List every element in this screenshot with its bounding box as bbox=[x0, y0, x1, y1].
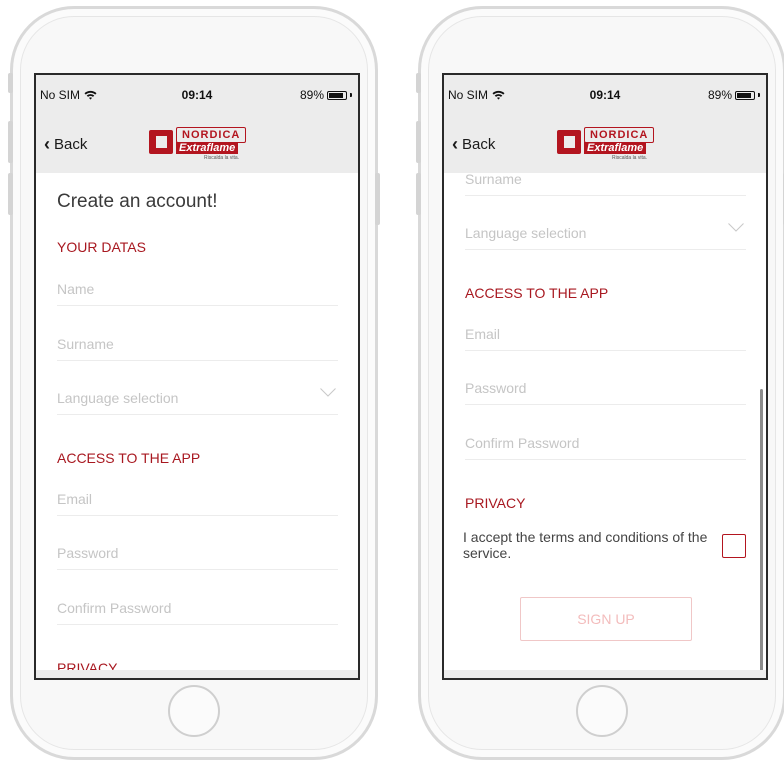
battery-level-fill bbox=[737, 92, 752, 98]
status-bar: No SIM 09:14 89% bbox=[444, 75, 766, 115]
mute-switch bbox=[8, 73, 13, 93]
email-placeholder: Email bbox=[57, 491, 93, 507]
password-field[interactable]: Password bbox=[57, 545, 338, 570]
confirm-password-field[interactable]: Confirm Password bbox=[57, 600, 338, 625]
chevron-left-icon: ‹ bbox=[452, 134, 458, 154]
sign-up-button[interactable]: SIGN UP bbox=[520, 597, 692, 641]
chevron-down-icon bbox=[320, 388, 336, 397]
navigation-bar: ‹ Back NORDICA Extraflame Riscalda la vi… bbox=[444, 115, 766, 173]
scrollbar[interactable] bbox=[760, 389, 763, 678]
surname-field[interactable]: Surname bbox=[465, 173, 746, 196]
language-placeholder: Language selection bbox=[57, 390, 179, 406]
back-button[interactable]: ‹ Back bbox=[44, 135, 87, 153]
battery-icon bbox=[735, 90, 755, 100]
navigation-bar: ‹ Back NORDICA Extraflame Riscalda la vi… bbox=[36, 115, 358, 173]
logo-tagline: Riscalda la vita. bbox=[204, 155, 240, 161]
logo-product-text: Extraflame bbox=[584, 142, 647, 154]
battery-icon bbox=[327, 90, 347, 100]
sign-up-label: SIGN UP bbox=[577, 611, 635, 627]
form-content: Create an account! YOUR DATAS Name Surna… bbox=[36, 173, 358, 678]
form-content: Surname Language selection ACCESS TO THE… bbox=[444, 173, 766, 678]
chevron-down-icon bbox=[728, 223, 744, 232]
surname-placeholder: Surname bbox=[465, 173, 522, 187]
surname-field[interactable]: Surname bbox=[57, 336, 338, 361]
logo-brand-text: NORDICA bbox=[176, 127, 247, 143]
confirm-password-placeholder: Confirm Password bbox=[57, 600, 172, 616]
section-privacy: PRIVACY bbox=[465, 495, 526, 511]
terms-text: I accept the terms and conditions of the… bbox=[463, 529, 708, 561]
back-label: Back bbox=[54, 135, 88, 153]
battery-percent: 89% bbox=[299, 88, 324, 102]
phone-frame-left: No SIM 09:14 89% ‹ Back NORDICA Extrafla… bbox=[8, 6, 380, 760]
battery-percent: 89% bbox=[707, 88, 732, 102]
battery-tip bbox=[350, 93, 352, 97]
confirm-password-placeholder: Confirm Password bbox=[465, 435, 580, 451]
status-right: 89% bbox=[708, 88, 760, 102]
volume-down-button bbox=[8, 173, 13, 215]
confirm-password-field[interactable]: Confirm Password bbox=[465, 435, 746, 460]
volume-up-button bbox=[416, 121, 421, 163]
screen-left: No SIM 09:14 89% ‹ Back NORDICA Extrafla… bbox=[34, 73, 360, 680]
mute-switch bbox=[416, 73, 421, 93]
password-placeholder: Password bbox=[57, 545, 119, 561]
logo-mark-icon bbox=[149, 130, 173, 154]
battery-tip bbox=[758, 93, 760, 97]
name-placeholder: Name bbox=[57, 281, 95, 297]
page-title: Create an account! bbox=[57, 191, 218, 212]
status-bar: No SIM 09:14 89% bbox=[36, 75, 358, 115]
logo-mark-icon bbox=[557, 130, 581, 154]
email-placeholder: Email bbox=[465, 326, 501, 342]
language-placeholder: Language selection bbox=[465, 225, 587, 241]
section-your-datas: YOUR DATAS bbox=[57, 239, 146, 255]
password-placeholder: Password bbox=[465, 380, 527, 396]
chevron-left-icon: ‹ bbox=[44, 134, 50, 154]
email-field[interactable]: Email bbox=[465, 326, 746, 351]
logo-product-text: Extraflame bbox=[176, 142, 239, 154]
section-access-app: ACCESS TO THE APP bbox=[465, 285, 609, 301]
status-right: 89% bbox=[300, 88, 352, 102]
battery-level-fill bbox=[329, 92, 344, 98]
logo-tagline: Riscalda la vita. bbox=[612, 155, 648, 161]
volume-down-button bbox=[416, 173, 421, 215]
screen-right: No SIM 09:14 89% ‹ Back NORDICA Extrafla… bbox=[442, 73, 768, 680]
home-button[interactable] bbox=[168, 685, 220, 737]
volume-up-button bbox=[8, 121, 13, 163]
bottom-bar bbox=[36, 670, 358, 678]
section-access-app: ACCESS TO THE APP bbox=[57, 450, 201, 466]
bottom-bar bbox=[444, 670, 766, 678]
name-field[interactable]: Name bbox=[57, 281, 338, 306]
email-field[interactable]: Email bbox=[57, 491, 338, 516]
power-button bbox=[375, 173, 380, 225]
back-label: Back bbox=[462, 135, 496, 153]
logo-brand-text: NORDICA bbox=[584, 127, 655, 143]
language-select[interactable]: Language selection bbox=[465, 223, 746, 250]
nordica-extraflame-logo: NORDICA Extraflame Riscalda la vita. bbox=[149, 126, 253, 161]
nordica-extraflame-logo: NORDICA Extraflame Riscalda la vita. bbox=[557, 126, 661, 161]
terms-checkbox[interactable] bbox=[722, 534, 746, 558]
phone-frame-right: No SIM 09:14 89% ‹ Back NORDICA Extrafla… bbox=[416, 6, 784, 760]
back-button[interactable]: ‹ Back bbox=[452, 135, 495, 153]
home-button[interactable] bbox=[576, 685, 628, 737]
surname-placeholder: Surname bbox=[57, 336, 114, 352]
language-select[interactable]: Language selection bbox=[57, 388, 338, 415]
password-field[interactable]: Password bbox=[465, 380, 746, 405]
